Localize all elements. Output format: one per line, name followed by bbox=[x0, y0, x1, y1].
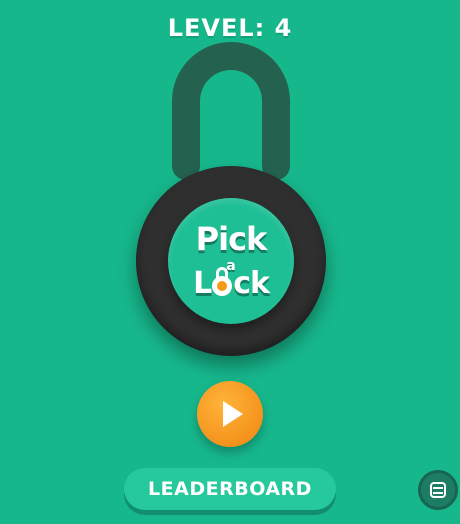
logo-letter-l: L bbox=[193, 266, 212, 301]
padlock-icon bbox=[212, 267, 233, 296]
logo-word-lock: Lck bbox=[168, 266, 294, 301]
play-icon bbox=[223, 401, 243, 427]
leaderboard-button[interactable]: LEADERBOARD bbox=[124, 468, 336, 510]
menu-icon bbox=[430, 482, 446, 498]
level-indicator: LEVEL: 4 bbox=[167, 14, 293, 42]
logo-letters-ck: ck bbox=[233, 266, 270, 301]
play-button[interactable] bbox=[197, 381, 263, 447]
lock-shackle bbox=[172, 42, 290, 180]
logo-word-pick: Pick bbox=[195, 220, 268, 258]
menu-button[interactable] bbox=[418, 470, 458, 510]
